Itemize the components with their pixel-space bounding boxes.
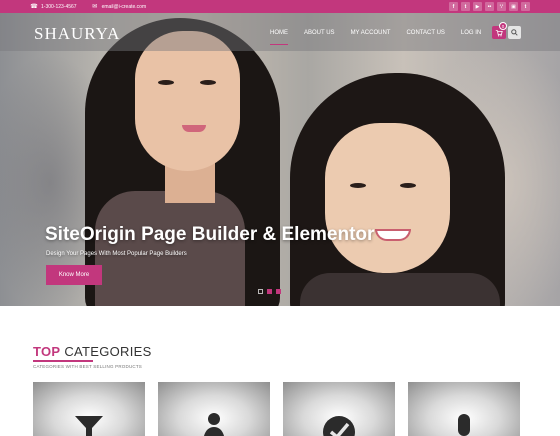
hero-slider [0, 13, 560, 306]
rss-icon[interactable]: ∵ [497, 2, 506, 11]
category-card[interactable] [33, 382, 145, 436]
know-more-button[interactable]: Know More [46, 265, 102, 285]
woman-left-mouth [182, 125, 206, 132]
search-button[interactable] [508, 26, 521, 39]
facebook-icon[interactable]: f [449, 2, 458, 11]
eye [400, 183, 416, 188]
cart-count-badge: 0 [499, 22, 507, 30]
flickr-icon[interactable]: •• [485, 2, 494, 11]
twitter-icon[interactable]: t [461, 2, 470, 11]
nav-item-log-in[interactable]: LOG IN [461, 28, 481, 42]
top-bar: ☎ 1-300-123-4567 ✉ email@i-create.com f … [0, 0, 560, 13]
phone-text: 1-300-123-4567 [41, 3, 77, 10]
tumblr-icon[interactable]: t [521, 2, 530, 11]
woman-left-face [135, 31, 240, 171]
nav-item-home[interactable]: HOME [270, 28, 288, 45]
microphone-icon [458, 414, 470, 436]
nav-item-contact-us[interactable]: CONTACT US [406, 28, 444, 42]
email-text: email@i-create.com [101, 3, 147, 10]
section-underline [33, 360, 93, 362]
filter-icon [75, 416, 103, 436]
section-subtitle: CATEGORIES WITH BEST SELLING PRODUCTS [33, 364, 142, 369]
eye [350, 183, 366, 188]
category-card[interactable] [283, 382, 395, 436]
person-icon [203, 413, 225, 436]
instagram-icon[interactable]: ▣ [509, 2, 518, 11]
email-contact[interactable]: ✉ email@i-create.com [91, 3, 147, 11]
category-card[interactable] [158, 382, 270, 436]
category-cards [33, 382, 520, 436]
main-nav: HOME ABOUT US MY ACCOUNT CONTACT US LOG … [262, 28, 489, 45]
page: ☎ 1-300-123-4567 ✉ email@i-create.com f … [0, 0, 560, 436]
search-icon [511, 29, 518, 36]
woman-right-body [300, 273, 500, 306]
slide-dot-2[interactable] [267, 289, 272, 294]
woman-right-face [325, 123, 450, 273]
eye [158, 80, 174, 85]
phone-icon: ☎ [30, 4, 38, 10]
eye [200, 80, 216, 85]
youtube-icon[interactable]: ▶ [473, 2, 482, 11]
nav-item-about-us[interactable]: ABOUT US [304, 28, 335, 42]
social-links: f t ▶ •• ∵ ▣ t [449, 2, 530, 11]
section-title-rest: CATEGORIES [64, 344, 152, 359]
section-title-accent: TOP [33, 344, 61, 359]
section-title: TOP CATEGORIES [33, 344, 152, 359]
woman-left-body [95, 191, 245, 306]
check-badge-icon [323, 416, 355, 436]
hero-subtitle: Design Your Pages With Most Popular Page… [46, 251, 187, 257]
phone-contact[interactable]: ☎ 1-300-123-4567 [30, 3, 77, 11]
category-card[interactable] [408, 382, 520, 436]
slide-dot-1[interactable] [258, 289, 263, 294]
email-icon: ✉ [92, 4, 98, 10]
site-logo[interactable]: SHAURYA [34, 24, 120, 44]
slide-dot-3[interactable] [276, 289, 281, 294]
slider-pagination [258, 289, 281, 294]
nav-item-my-account[interactable]: MY ACCOUNT [351, 28, 391, 42]
hero-title: SiteOrigin Page Builder & Elementor [45, 224, 375, 245]
